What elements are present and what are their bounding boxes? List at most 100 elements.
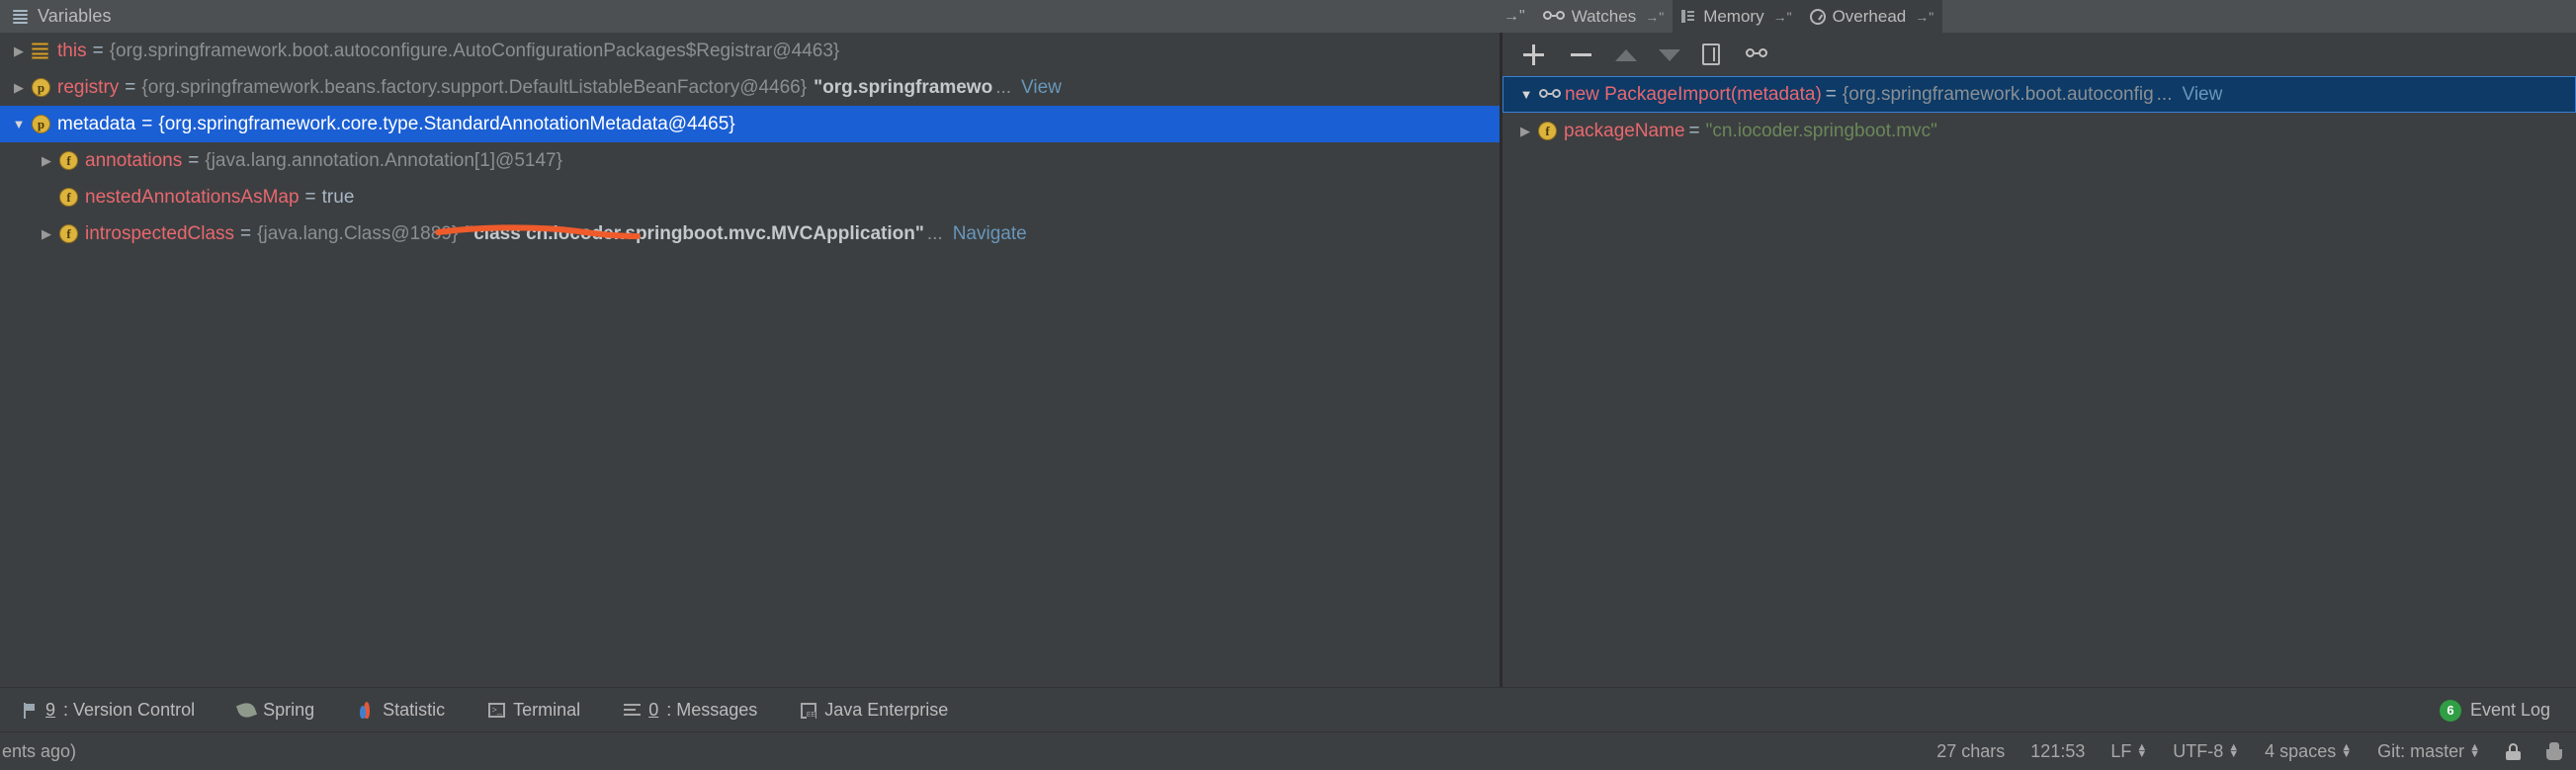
variable-string-value: "class cn.iocoder.springboot.mvc.MVCAppl… — [465, 222, 924, 244]
variable-name: registry — [57, 76, 120, 98]
right-pane-tabs: →" Watches →" Memory →" Overhead →" — [1500, 0, 2576, 33]
field-icon: f — [59, 188, 85, 207]
status-line-separator-label: LF — [2110, 740, 2132, 761]
tool-window-version-control[interactable]: 9 : Version Control — [0, 700, 216, 721]
variable-name: introspectedClass — [85, 222, 235, 244]
frame-icon — [32, 43, 57, 59]
tab-overhead-arrow-icon[interactable]: →" — [1915, 9, 1933, 25]
expand-twisty-icon[interactable]: ▶ — [1512, 124, 1538, 139]
status-caret-position[interactable]: 121:53 — [2030, 741, 2085, 762]
pin-arrow-icon[interactable]: →" — [1500, 0, 1534, 33]
status-git-branch[interactable]: Git: master ▲ ▼ — [2377, 741, 2480, 762]
collapse-twisty-icon[interactable]: ▼ — [1513, 87, 1539, 102]
status-line-separator[interactable]: LF ▲ ▼ — [2110, 741, 2147, 762]
debugger-panes: ▶ this = {org.springframework.boot.autoc… — [0, 33, 2576, 687]
equals-sign: = — [188, 149, 200, 171]
messages-icon — [624, 703, 642, 718]
memory-icon — [1681, 9, 1696, 24]
lines-icon — [13, 9, 28, 24]
glasses-icon — [1542, 10, 1565, 23]
variable-row-metadata[interactable]: ▼ p metadata = {org.springframework.core… — [0, 106, 1500, 142]
equals-sign: = — [1825, 83, 1837, 105]
status-bar: ents ago) 27 chars 121:53 LF ▲ ▼ UTF-8 ▲ ▼… — [0, 731, 2576, 770]
tab-watches-arrow-icon[interactable]: →" — [1645, 9, 1664, 25]
equals-sign: = — [125, 76, 136, 98]
hector-icon[interactable] — [2546, 742, 2562, 760]
status-char-count-label: 27 chars — [1936, 740, 2006, 761]
variable-value: {org.springframework.core.type.StandardA… — [158, 113, 735, 134]
status-encoding[interactable]: UTF-8 ▲ ▼ — [2173, 741, 2239, 762]
watches-pane: ▼ new PackageImport(metadata) = {org.spr… — [1503, 33, 2576, 687]
status-indent-label: 4 spaces — [2265, 740, 2337, 761]
watches-toolbar — [1503, 33, 2576, 76]
navigate-link[interactable]: Navigate — [953, 223, 1027, 245]
tool-window-java-enterprise[interactable]: Java Enterprise — [779, 700, 970, 721]
tab-overhead-label: Overhead — [1832, 6, 1907, 26]
watch-row-package-import[interactable]: ▼ new PackageImport(metadata) = {org.spr… — [1503, 76, 2576, 113]
plus-icon[interactable] — [1520, 42, 1546, 67]
expand-twisty-icon[interactable]: ▶ — [6, 43, 32, 59]
field-icon: f — [1538, 122, 1564, 140]
value-ellipsis: ... — [995, 76, 1012, 98]
variable-row-introspectedClass[interactable]: ▶ f introspectedClass = {java.lang.Class… — [0, 215, 1500, 252]
tool-window-terminal[interactable]: >_ Terminal — [467, 700, 602, 721]
watch-expression: new PackageImport(metadata) — [1565, 83, 1822, 105]
tab-overhead[interactable]: Overhead →" — [1800, 0, 1943, 33]
status-char-count: 27 chars — [1936, 741, 2005, 762]
tool-window-label: Spring — [263, 700, 315, 720]
equals-sign: = — [304, 186, 316, 208]
status-indent[interactable]: 4 spaces ▲ ▼ — [2265, 741, 2352, 762]
view-link[interactable]: View — [2182, 84, 2222, 106]
collapse-twisty-icon[interactable]: ▼ — [6, 117, 32, 131]
arrow-down-icon[interactable] — [1659, 49, 1680, 61]
expand-twisty-icon[interactable]: ▶ — [6, 80, 32, 96]
gauge-icon — [1809, 8, 1826, 25]
tab-watches[interactable]: Watches →" — [1533, 0, 1674, 33]
variable-row-registry[interactable]: ▶ p registry = {org.springframework.bean… — [0, 69, 1500, 106]
glasses-icon[interactable] — [1746, 48, 1767, 60]
copy-icon[interactable] — [1702, 43, 1720, 65]
minus-icon[interactable] — [1568, 42, 1593, 67]
tool-window-label: Statistic — [383, 700, 446, 720]
status-message: ents ago) — [2, 740, 77, 761]
value-ellipsis: ... — [926, 222, 943, 244]
tool-window-label: : Version Control — [63, 700, 196, 720]
variable-row-this[interactable]: ▶ this = {org.springframework.boot.autoc… — [0, 33, 1500, 69]
value-ellipsis: ... — [2156, 83, 2173, 105]
chevron-updown-icon: ▲ ▼ — [2469, 741, 2480, 760]
java-enterprise-icon — [801, 702, 817, 719]
variable-string-value: "org.springframewo — [814, 76, 993, 98]
event-log-button[interactable]: 6 Event Log — [2439, 699, 2576, 722]
tool-window-label: : Messages — [666, 700, 758, 720]
expand-twisty-icon[interactable]: ▶ — [34, 153, 59, 169]
tool-window-spring[interactable]: Spring — [216, 700, 336, 721]
field-icon: f — [59, 151, 85, 170]
event-log-label: Event Log — [2469, 700, 2550, 720]
status-caret-position-label: 121:53 — [2030, 740, 2086, 761]
tab-memory-arrow-icon[interactable]: →" — [1773, 9, 1792, 25]
no-twisty-icon: ▶ — [34, 190, 59, 206]
equals-sign: = — [92, 40, 104, 61]
chevron-updown-icon: ▲ ▼ — [2136, 741, 2148, 760]
variables-pane: ▶ this = {org.springframework.boot.autoc… — [0, 33, 1500, 687]
glasses-icon — [1539, 88, 1565, 101]
variable-value: {java.lang.Class@1889} — [257, 222, 459, 244]
view-link[interactable]: View — [1021, 77, 1062, 99]
tool-window-statistic[interactable]: Statistic — [336, 700, 467, 721]
tool-window-messages[interactable]: 0 : Messages — [602, 700, 779, 721]
arrow-up-icon[interactable] — [1615, 49, 1637, 61]
variable-value: {java.lang.annotation.Annotation[1]@5147… — [205, 149, 562, 171]
tab-watches-label: Watches — [1571, 6, 1637, 26]
variable-name: nestedAnnotationsAsMap — [85, 186, 300, 208]
tool-window-label: Terminal — [513, 700, 581, 720]
tab-memory[interactable]: Memory →" — [1673, 0, 1801, 33]
tab-memory-label: Memory — [1703, 6, 1764, 26]
expand-twisty-icon[interactable]: ▶ — [34, 226, 59, 242]
variables-tab[interactable]: Variables — [0, 0, 1500, 33]
lock-icon[interactable] — [2506, 742, 2521, 760]
variable-name: this — [57, 40, 87, 61]
variable-row-nestedAnnotationsAsMap[interactable]: ▶ f nestedAnnotationsAsMap = true — [0, 179, 1500, 215]
watch-row-package-name[interactable]: ▶ f packageName = "cn.iocoder.springboot… — [1503, 113, 2576, 149]
leaf-icon — [236, 700, 258, 721]
variable-row-annotations[interactable]: ▶ f annotations = {java.lang.annotation.… — [0, 142, 1500, 179]
